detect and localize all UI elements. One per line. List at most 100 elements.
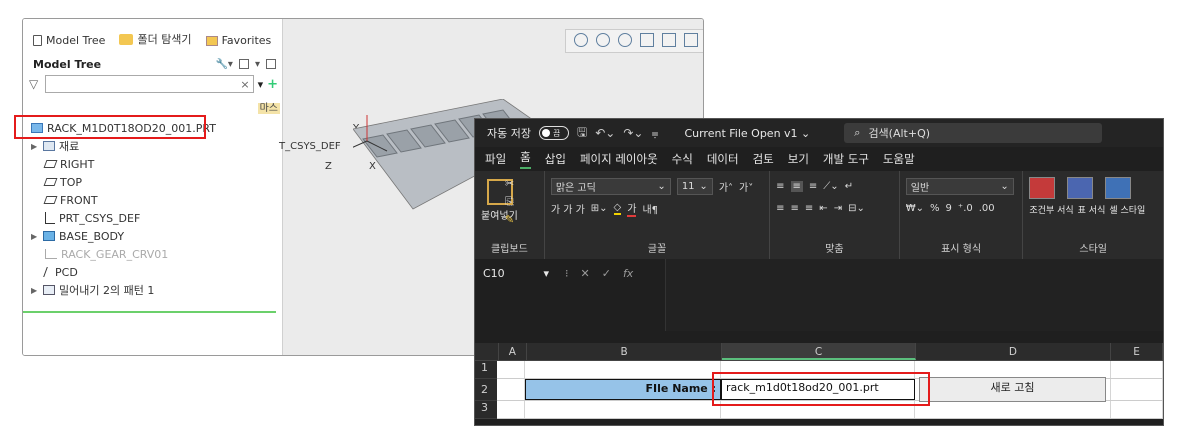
- cell-b1[interactable]: [525, 361, 721, 378]
- phonetic-icon[interactable]: 내¶: [642, 201, 658, 216]
- align-left-icon[interactable]: ≡: [776, 203, 784, 214]
- decrease-indent-icon[interactable]: ⇤: [819, 203, 827, 214]
- cell-a2[interactable]: [497, 379, 525, 400]
- column-header-c[interactable]: C: [722, 343, 916, 360]
- saved-orientation-icon[interactable]: [684, 33, 698, 47]
- cell-a3[interactable]: [497, 401, 525, 418]
- formula-input[interactable]: [665, 259, 1163, 331]
- fill-color-icon[interactable]: ◇: [613, 202, 622, 215]
- tree-item-csys[interactable]: PRT_CSYS_DEF: [31, 209, 282, 227]
- tree-item-right[interactable]: RIGHT: [31, 155, 282, 173]
- more-icon[interactable]: ⁝: [565, 267, 569, 280]
- tree-item-pcd[interactable]: PCD: [31, 263, 282, 281]
- enter-icon[interactable]: ✓: [602, 267, 611, 280]
- tab-page-layout[interactable]: 페이지 레이아웃: [580, 151, 658, 167]
- format-table-icon[interactable]: [1067, 177, 1094, 199]
- filter-icon[interactable]: ▽: [29, 78, 41, 90]
- cell-style-icon[interactable]: [1105, 177, 1132, 199]
- increase-decimal-icon[interactable]: ⁺.0: [958, 203, 973, 214]
- fx-icon[interactable]: fx: [623, 267, 633, 280]
- column-header-a[interactable]: A: [499, 343, 527, 360]
- row-header[interactable]: 1: [475, 361, 497, 379]
- show-icon[interactable]: [238, 59, 249, 69]
- cell-d3[interactable]: [915, 401, 1111, 418]
- column-header-d[interactable]: D: [916, 343, 1112, 360]
- font-color-icon[interactable]: 가: [627, 200, 637, 217]
- autosave-toggle[interactable]: 끔: [538, 126, 569, 140]
- repaint-icon[interactable]: [640, 33, 654, 47]
- tree-item-front[interactable]: FRONT: [31, 191, 282, 209]
- document-title[interactable]: Current File Open v1 ⌄: [684, 127, 810, 140]
- align-middle-icon[interactable]: ≡: [790, 180, 803, 192]
- settings-icon[interactable]: 🔧▾: [215, 59, 232, 70]
- cancel-icon[interactable]: ✕: [581, 267, 590, 280]
- font-name-dropdown[interactable]: 맑은 고딕 ⌄: [550, 177, 671, 195]
- cell-d1[interactable]: [915, 361, 1111, 378]
- tree-item-base-body[interactable]: ▶ BASE_BODY: [31, 227, 282, 245]
- number-format-dropdown[interactable]: 일반 ⌄: [905, 177, 1014, 195]
- search-box[interactable]: ⌕ 검색(Alt+Q): [844, 123, 1103, 143]
- zoom-out-icon[interactable]: [618, 33, 632, 47]
- conditional-format-icon[interactable]: [1029, 177, 1056, 199]
- cell-a1[interactable]: [497, 361, 525, 378]
- orientation-icon[interactable]: ⟋⌄: [823, 181, 838, 192]
- cell-b3[interactable]: [525, 401, 721, 418]
- clear-icon[interactable]: ×: [240, 78, 249, 91]
- tab-view[interactable]: 보기: [788, 151, 809, 167]
- undo-icon[interactable]: ↶⌄: [595, 126, 615, 140]
- merge-cells-icon[interactable]: ⊟⌄: [848, 203, 865, 214]
- bold-italic-underline-buttons[interactable]: 가 가 가: [551, 201, 585, 216]
- add-icon[interactable]: +: [267, 77, 278, 92]
- tree-item-rack-gear-curve[interactable]: RACK_GEAR_CRV01: [31, 245, 282, 263]
- tab-file[interactable]: 파일: [485, 151, 506, 167]
- cell-e1[interactable]: [1111, 361, 1163, 378]
- copy-icon[interactable]: ⎘: [505, 195, 514, 209]
- tab-formulas[interactable]: 수식: [672, 151, 693, 167]
- column-header-b[interactable]: B: [527, 343, 723, 360]
- tree-item-material[interactable]: ▶ 재료: [31, 137, 282, 155]
- chevron-down-icon[interactable]: ▾: [255, 59, 260, 70]
- tree-filter-icon[interactable]: [266, 59, 276, 69]
- align-right-icon[interactable]: ≡: [805, 203, 813, 214]
- align-top-icon[interactable]: ≡: [776, 181, 784, 192]
- border-icon[interactable]: ⊞⌄: [591, 203, 608, 214]
- tab-insert[interactable]: 삽입: [545, 151, 566, 167]
- column-header-e[interactable]: E: [1111, 343, 1163, 360]
- tree-item-top[interactable]: TOP: [31, 173, 282, 191]
- cell-e2[interactable]: [1111, 379, 1163, 400]
- accounting-icon[interactable]: ₩⌄: [906, 203, 924, 214]
- tab-folder-browser[interactable]: 폴더 탐색기: [113, 27, 197, 51]
- font-size-dropdown[interactable]: 11 ⌄: [676, 177, 713, 195]
- cut-icon[interactable]: ✂: [505, 177, 514, 190]
- save-icon[interactable]: 🖫: [577, 123, 587, 144]
- decrease-font-icon[interactable]: 가˅: [739, 179, 753, 194]
- zoom-in-icon[interactable]: [596, 33, 610, 47]
- refresh-button[interactable]: 새로 고침: [919, 377, 1106, 402]
- format-painter-icon[interactable]: ✎: [505, 213, 514, 226]
- chevron-down-icon[interactable]: ▾: [258, 78, 264, 91]
- search-input[interactable]: ×: [45, 75, 254, 93]
- align-center-icon[interactable]: ≡: [791, 203, 799, 214]
- select-all-corner[interactable]: [475, 343, 499, 360]
- expand-arrow-icon[interactable]: ▶: [31, 232, 39, 241]
- display-style-icon[interactable]: [662, 33, 676, 47]
- tab-help[interactable]: 도움말: [883, 151, 915, 167]
- tab-data[interactable]: 데이터: [707, 151, 739, 167]
- wrap-text-icon[interactable]: ↵: [845, 181, 853, 192]
- expand-arrow-icon[interactable]: ▶: [31, 142, 39, 151]
- cell-b2-label[interactable]: FIle Name :: [525, 379, 721, 400]
- expand-arrow-icon[interactable]: ▶: [31, 286, 39, 295]
- tab-home[interactable]: 홈: [520, 149, 531, 169]
- decrease-decimal-icon[interactable]: .00: [979, 203, 995, 214]
- refit-icon[interactable]: [574, 33, 588, 47]
- increase-font-icon[interactable]: 가˄: [719, 179, 733, 194]
- align-bottom-icon[interactable]: ≡: [809, 181, 817, 192]
- comma-button[interactable]: 9: [946, 203, 952, 214]
- tab-developer[interactable]: 개발 도구: [823, 151, 869, 167]
- format-table-label[interactable]: 표 서식: [1078, 203, 1106, 216]
- tree-item-pattern[interactable]: ▶ 밀어내기 2의 패턴 1: [31, 281, 282, 299]
- cell-e3[interactable]: [1111, 401, 1163, 418]
- tab-review[interactable]: 검토: [753, 151, 774, 167]
- increase-indent-icon[interactable]: ⇥: [834, 203, 842, 214]
- row-header[interactable]: 2: [475, 379, 497, 401]
